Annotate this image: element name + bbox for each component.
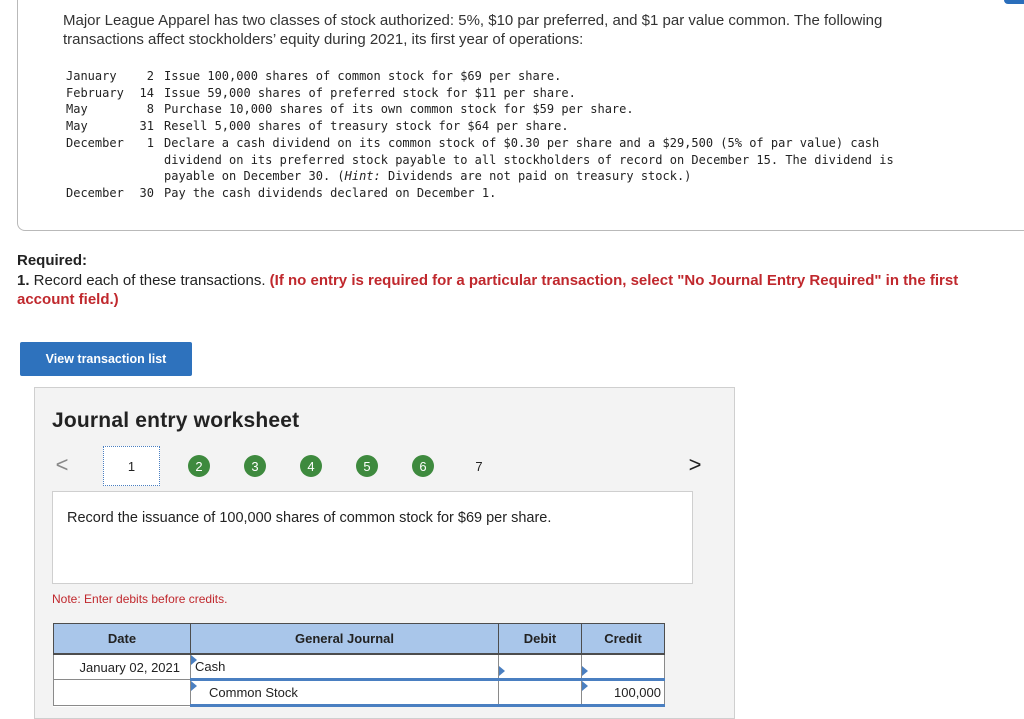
tx-day: 31 <box>139 119 154 134</box>
tx-text: Issue 59,000 shares of preferred stock f… <box>164 85 576 100</box>
step-1[interactable]: 1 <box>103 446 160 486</box>
credit-field[interactable]: 100,000 <box>581 679 665 707</box>
tx-month: December <box>66 185 124 200</box>
tx-day: 14 <box>139 85 154 100</box>
journal-header-row: Date General Journal Debit Credit <box>53 623 665 655</box>
input-flag-icon <box>582 681 588 691</box>
tx-text: Resell 5,000 shares of treasury stock fo… <box>164 119 569 134</box>
transaction-row: January 2 Issue 100,000 shares of common… <box>66 68 944 85</box>
entry-note: Note: Enter debits before credits. <box>52 592 228 606</box>
tx-month: February <box>66 85 124 100</box>
tx-month: December <box>66 135 124 150</box>
transaction-row: May 31 Resell 5,000 shares of treasury s… <box>66 118 944 135</box>
transaction-row: December 1 Declare a cash dividend on it… <box>66 135 944 185</box>
account-value: Common Stock <box>209 685 298 700</box>
transaction-row: December 30 Pay the cash dividends decla… <box>66 185 944 202</box>
tx-text: Issue 100,000 shares of common stock for… <box>164 69 562 83</box>
transaction-row: May 8 Purchase 10,000 shares of its own … <box>66 101 944 118</box>
chevron-left-icon[interactable]: < <box>52 452 72 477</box>
tx-month: May <box>66 102 88 117</box>
input-flag-icon <box>191 681 197 691</box>
journal-table: Date General Journal Debit Credit Januar… <box>53 623 665 707</box>
entry-date[interactable] <box>53 679 191 706</box>
table-row: Common Stock 100,000 <box>53 679 665 707</box>
required-heading: Required: <box>17 252 88 269</box>
debit-field[interactable] <box>498 653 582 681</box>
input-flag-icon <box>499 666 505 676</box>
account-field[interactable]: Cash <box>190 653 499 681</box>
tx-day: 1 <box>146 135 154 150</box>
credit-field[interactable] <box>581 653 665 681</box>
view-transaction-list-button[interactable]: View transaction list <box>20 342 192 376</box>
credit-value: 100,000 <box>614 685 661 700</box>
col-credit: Credit <box>581 623 665 655</box>
tx-text-part: Dividends are not paid on treasury stock… <box>380 169 692 184</box>
step-7[interactable]: 7 <box>468 455 490 477</box>
account-field[interactable]: Common Stock <box>190 679 499 707</box>
tx-day: 2 <box>146 69 154 83</box>
tx-month: May <box>66 119 88 134</box>
problem-intro: Major League Apparel has two classes of … <box>63 12 883 48</box>
table-row: January 02, 2021 Cash <box>53 653 665 681</box>
hint-label: Hint: <box>344 169 381 184</box>
debit-field[interactable] <box>498 679 582 707</box>
entry-date[interactable]: January 02, 2021 <box>53 653 191 680</box>
transaction-description-box: Record the issuance of 100,000 shares of… <box>52 491 693 584</box>
tx-month: January <box>66 69 117 83</box>
corner-tab-accent <box>1004 0 1024 4</box>
worksheet-title: Journal entry worksheet <box>52 409 300 432</box>
step-3[interactable]: 3 <box>244 455 266 477</box>
input-flag-icon <box>191 655 197 665</box>
transaction-description: Record the issuance of 100,000 shares of… <box>67 510 552 526</box>
chevron-right-icon[interactable]: > <box>685 452 705 477</box>
step-5[interactable]: 5 <box>356 455 378 477</box>
input-flag-icon <box>582 666 588 676</box>
journal-entry-worksheet: Journal entry worksheet < 1 2 3 4 5 6 7 … <box>34 387 735 719</box>
step-4[interactable]: 4 <box>300 455 322 477</box>
tx-text: Purchase 10,000 shares of its own common… <box>164 102 634 117</box>
col-general-journal: General Journal <box>190 623 499 655</box>
step-2[interactable]: 2 <box>188 455 210 477</box>
tx-text: Pay the cash dividends declared on Decem… <box>164 185 497 200</box>
transaction-list: January 2 Issue 100,000 shares of common… <box>66 68 944 202</box>
required-section: Required: 1. Record each of these transa… <box>17 251 1017 310</box>
tx-day: 30 <box>139 185 154 200</box>
transaction-row: February 14 Issue 59,000 shares of prefe… <box>66 85 944 102</box>
col-date: Date <box>53 623 191 655</box>
account-value: Cash <box>195 659 226 674</box>
step-6[interactable]: 6 <box>412 455 434 477</box>
required-text: Record each of these transactions. <box>29 271 270 289</box>
col-debit: Debit <box>498 623 582 655</box>
tx-text: Declare a cash dividend on its common st… <box>164 135 944 185</box>
tx-day: 8 <box>146 102 154 117</box>
required-number: 1. <box>17 271 30 289</box>
